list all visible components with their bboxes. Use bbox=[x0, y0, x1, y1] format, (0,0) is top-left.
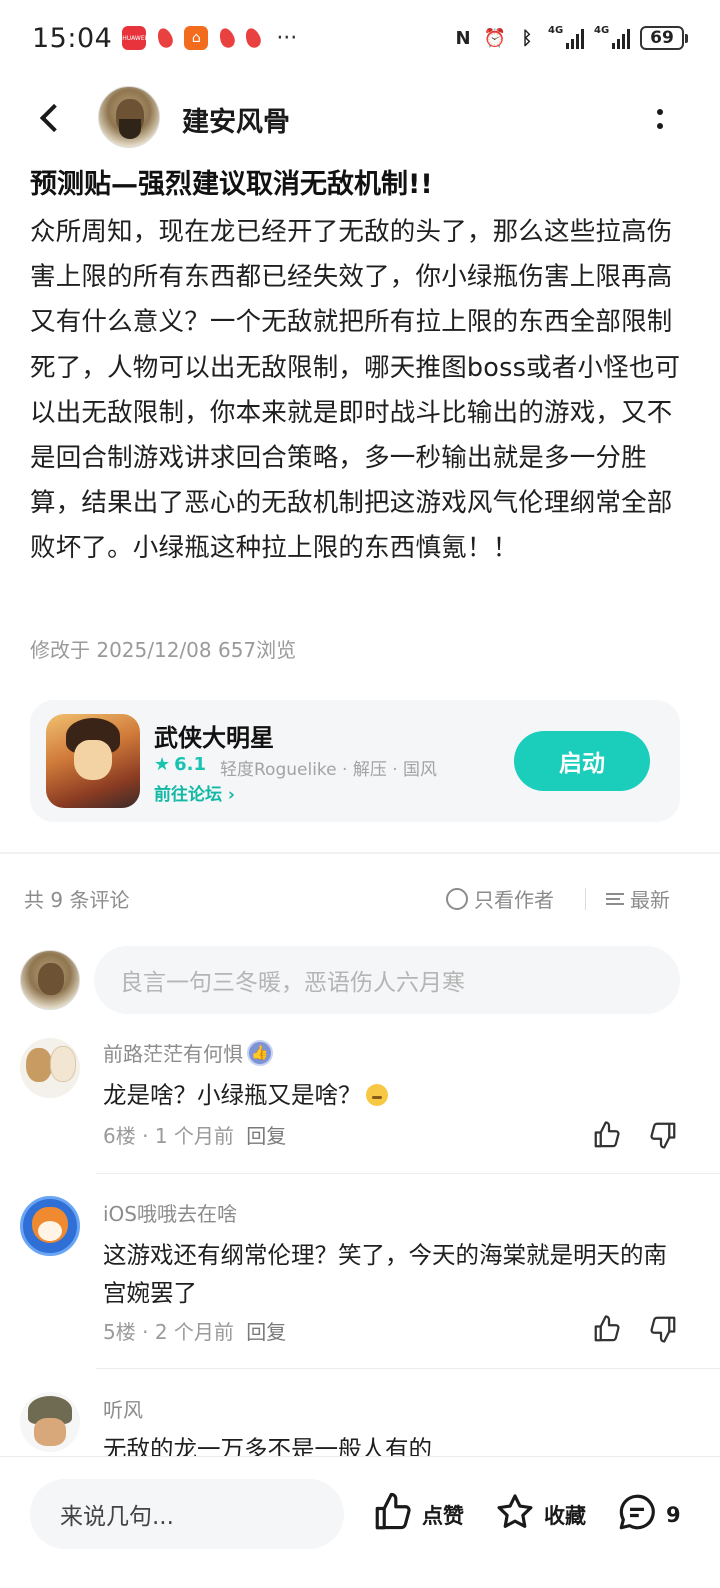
sort-newest-button[interactable]: 最新 bbox=[606, 884, 670, 913]
bottom-action-bar: 来说几句... 点赞 收藏 9 bbox=[0, 1456, 720, 1588]
only-author-toggle[interactable]: 只看作者 bbox=[446, 884, 554, 913]
signal-icon-1: 4G bbox=[548, 26, 584, 49]
game-icon[interactable] bbox=[46, 714, 140, 808]
comment-divider bbox=[96, 1173, 720, 1174]
commenter-name[interactable]: iOS哦哦去在啥 bbox=[103, 1198, 237, 1227]
only-author-label: 只看作者 bbox=[474, 888, 554, 912]
comment-button[interactable]: 9 bbox=[616, 1491, 681, 1538]
game-card[interactable]: 武侠大明星 ★ 6.1 轻度Roguelike · 解压 · 国风 前往论坛 ›… bbox=[30, 700, 680, 822]
comment-meta: 6楼 · 1 个月前 回复 bbox=[103, 1124, 287, 1148]
comment-divider bbox=[96, 1368, 720, 1369]
chevron-right-icon: › bbox=[227, 785, 235, 805]
reply-button[interactable]: 回复 bbox=[246, 1320, 286, 1344]
angry-emoji-icon bbox=[365, 1084, 388, 1106]
comment-meta: 5楼 · 2 个月前 回复 bbox=[103, 1320, 287, 1344]
more-notifications-icon: ··· bbox=[276, 25, 298, 51]
huawei-app-icon: HUAWEI bbox=[122, 26, 146, 50]
dislike-icon[interactable] bbox=[646, 1118, 680, 1152]
petal-app-icon-3 bbox=[243, 26, 264, 50]
commenter-avatar[interactable] bbox=[20, 1196, 80, 1256]
like-label: 点赞 bbox=[422, 1503, 464, 1528]
game-tags: 轻度Roguelike · 解压 · 国风 bbox=[220, 760, 438, 780]
alarm-icon: ⏰ bbox=[483, 27, 507, 49]
back-button[interactable] bbox=[30, 98, 70, 138]
author-name[interactable]: 建安风骨 bbox=[182, 100, 290, 139]
like-icon[interactable] bbox=[590, 1118, 624, 1152]
reply-button[interactable]: 回复 bbox=[246, 1124, 286, 1148]
launch-button[interactable]: 启动 bbox=[514, 731, 650, 791]
post-header: 建安风骨 bbox=[0, 84, 720, 150]
like-icon[interactable] bbox=[590, 1312, 624, 1346]
bluetooth-icon: ᛒ bbox=[521, 27, 533, 49]
comment-input[interactable]: 良言一句三冬暖，恶语伤人六月寒 bbox=[94, 946, 680, 1014]
like-button[interactable]: 点赞 bbox=[372, 1491, 464, 1538]
star-outline-icon bbox=[494, 1491, 536, 1538]
post-body: 众所周知，现在龙已经开了无敌的头了，那么这些拉高伤害上限的所有东西都已经失效了，… bbox=[30, 217, 681, 564]
post-meta: 修改于 2025/12/08 657浏览 bbox=[30, 638, 297, 662]
thumbs-badge-icon: 👍 bbox=[247, 1039, 273, 1066]
signal-icon-2: 4G bbox=[594, 26, 630, 49]
commenter-avatar[interactable] bbox=[20, 1392, 80, 1452]
star-icon: ★ bbox=[154, 754, 171, 775]
commenter-avatar[interactable] bbox=[20, 1038, 80, 1098]
comment-count: 9 bbox=[666, 1502, 681, 1527]
game-rating: ★ 6.1 bbox=[154, 754, 206, 775]
vertical-divider bbox=[585, 888, 586, 910]
status-bar: 15:04 HUAWEI ⌂ ··· N ⏰ ᛒ 4G 4G 69 bbox=[0, 0, 720, 76]
system-icons: N ⏰ ᛒ 4G 4G 69 bbox=[452, 26, 688, 50]
battery-icon: 69 bbox=[640, 26, 688, 50]
comment-text: 这游戏还有纲常伦理？笑了，今天的海棠就是明天的南宫婉罢了 bbox=[103, 1241, 667, 1307]
petal-app-icon-2 bbox=[217, 26, 238, 50]
comment-text: 龙是啥？小绿瓶又是啥？ bbox=[103, 1076, 683, 1114]
notification-icons: HUAWEI ⌂ ··· bbox=[122, 26, 297, 51]
status-time: 15:04 bbox=[32, 22, 113, 54]
petal-app-icon bbox=[155, 26, 176, 50]
radio-circle-icon bbox=[446, 887, 468, 910]
bottom-comment-input[interactable]: 来说几句... bbox=[30, 1479, 344, 1549]
game-rating-value: 6.1 bbox=[174, 754, 207, 775]
forum-link[interactable]: 前往论坛 › bbox=[154, 780, 235, 805]
post-title: 预测贴—强烈建议取消无敌机制!! bbox=[30, 169, 433, 200]
chevron-left-icon bbox=[39, 103, 69, 133]
section-divider bbox=[0, 852, 720, 854]
sort-icon bbox=[606, 892, 624, 905]
favorite-button[interactable]: 收藏 bbox=[494, 1491, 586, 1538]
commenter-name[interactable]: 听风 bbox=[103, 1394, 143, 1423]
more-options-button[interactable] bbox=[648, 104, 672, 134]
game-name[interactable]: 武侠大明星 bbox=[154, 718, 274, 753]
thumbs-up-icon bbox=[372, 1491, 414, 1538]
shopping-app-icon: ⌂ bbox=[184, 26, 209, 50]
comment-bubble-icon bbox=[616, 1491, 658, 1538]
dislike-icon[interactable] bbox=[646, 1312, 680, 1346]
nfc-icon: N bbox=[455, 27, 471, 49]
author-avatar[interactable] bbox=[98, 86, 160, 148]
favorite-label: 收藏 bbox=[544, 1503, 586, 1528]
my-avatar bbox=[20, 950, 80, 1010]
comments-count: 共 9 条评论 bbox=[24, 888, 130, 912]
forum-link-label: 前往论坛 bbox=[154, 785, 222, 805]
commenter-name[interactable]: 前路茫茫有何惧 👍 bbox=[103, 1038, 273, 1067]
sort-label: 最新 bbox=[630, 888, 670, 912]
